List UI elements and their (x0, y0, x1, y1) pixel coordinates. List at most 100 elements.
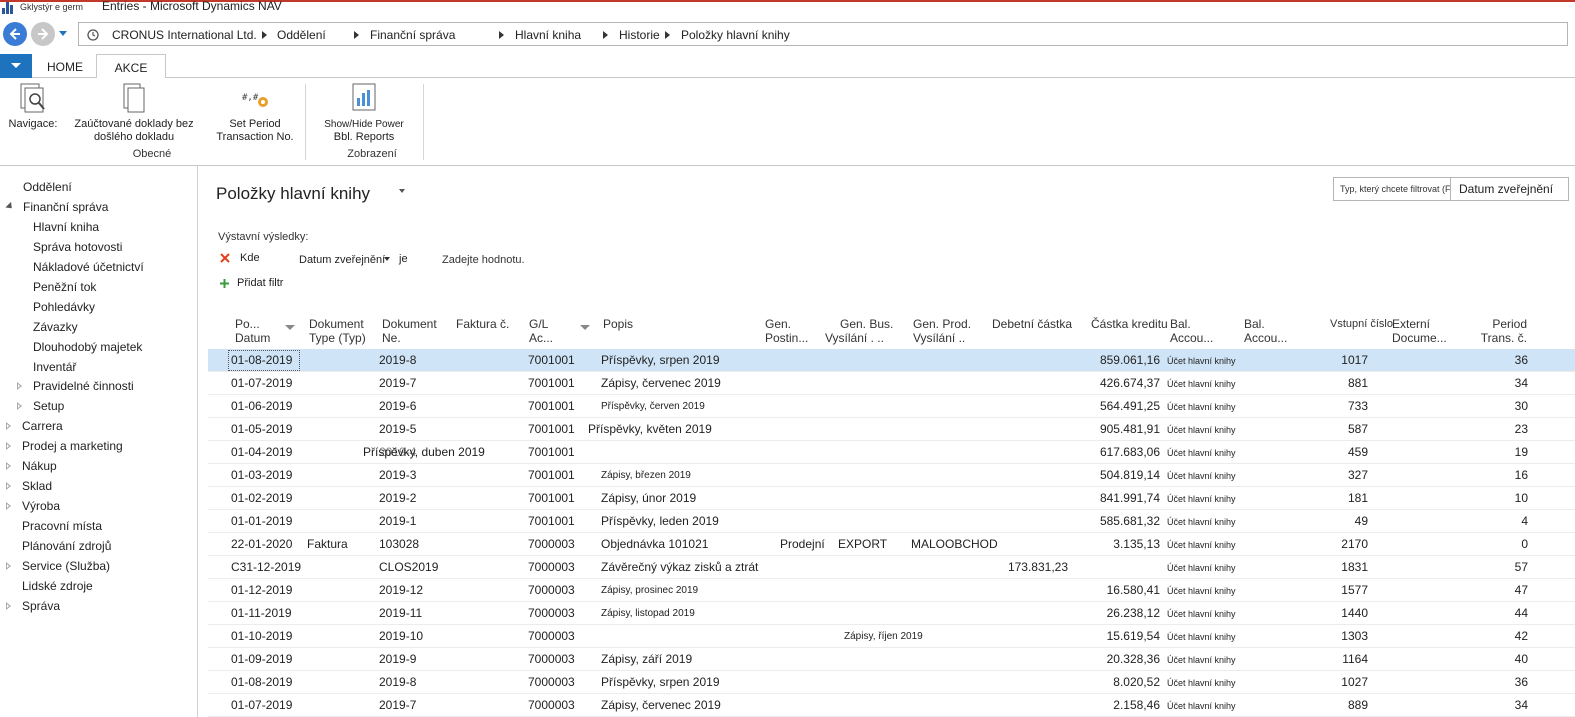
cell-description[interactable]: Zápisy, říjen 2019 (844, 631, 923, 642)
cell-credit[interactable]: 2.158,46 (1060, 698, 1160, 712)
cell-bal-account[interactable]: Účet hlavní knihy (1167, 678, 1236, 688)
cell-bal-account[interactable]: Účet hlavní knihy (1167, 701, 1236, 711)
cell-date[interactable]: 01-03-2019 (231, 468, 292, 482)
table-row[interactable]: 01-01-2019 2019-1 7001001 Příspěvky, led… (208, 510, 1575, 533)
cell-gl-account[interactable]: 7000003 (528, 560, 575, 574)
address-bar[interactable]: CRONUS International Ltd. Oddělení Finan… (78, 22, 1568, 46)
cell-gl-account[interactable]: 7001001 (528, 445, 575, 459)
cell-description[interactable]: Zápisy, červenec 2019 (601, 698, 721, 712)
set-period-button[interactable]: #,# Set Period Transaction No. (210, 82, 300, 144)
cell-bal-account[interactable]: Účet hlavní knihy (1167, 609, 1236, 619)
cell-entry-no[interactable]: 1164 (1318, 652, 1368, 666)
cell-bal-account[interactable]: Účet hlavní knihy (1167, 425, 1236, 435)
cell-period[interactable]: 42 (1478, 629, 1528, 643)
cell-entry-no[interactable]: 1303 (1318, 629, 1368, 643)
breadcrumb-polozky[interactable]: Položky hlavní knihy (681, 28, 790, 42)
cell-gen-prod-posting[interactable]: MALOOBCHOD (911, 537, 998, 551)
table-row[interactable]: 01-08-2019 2019-8 7001001 Příspěvky, srp… (208, 349, 1575, 372)
cell-gl-account[interactable]: 7000003 (528, 606, 575, 620)
table-row[interactable]: 22-01-2020 Faktura 103028 7000003 Objedn… (208, 533, 1575, 556)
cell-document-no[interactable]: 2019-8 (379, 675, 416, 689)
sidebar-item-pracovni-mista[interactable]: Pracovní místa (22, 519, 102, 533)
column-header-gen-prod-posting[interactable]: Gen. Prod. Vysílání .. (913, 317, 971, 345)
table-row[interactable]: 01-07-2019 2019-7 7001001 Zápisy, červen… (208, 372, 1575, 395)
cell-date[interactable]: 01-05-2019 (231, 422, 292, 436)
cell-entry-no[interactable]: 459 (1318, 445, 1368, 459)
cell-description[interactable]: Zápisy, březen 2019 (601, 470, 691, 481)
sidebar-item-hlavni-kniha[interactable]: Hlavní kniha (33, 220, 99, 234)
cell-gl-account[interactable]: 7001001 (528, 353, 575, 367)
cell-gen-bus-posting[interactable]: EXPORT (838, 537, 887, 551)
column-header-posting-date[interactable]: Po... Datum (235, 317, 270, 345)
column-header-invoice-no[interactable]: Faktura č. (456, 317, 509, 331)
chevron-down-icon[interactable] (384, 257, 390, 261)
collapsed-icon[interactable] (6, 502, 11, 510)
cell-period[interactable]: 34 (1478, 698, 1528, 712)
sidebar-item-inventar[interactable]: Inventář (33, 360, 76, 374)
tab-home[interactable]: HOME (36, 54, 94, 78)
column-header-debit-amount[interactable]: Debetní částka (992, 317, 1072, 331)
breadcrumb-financni-sprava[interactable]: Finanční správa (370, 28, 455, 42)
cell-period[interactable]: 10 (1478, 491, 1528, 505)
table-row[interactable]: 01-08-2019 2019-8 7000003 Příspěvky, srp… (208, 671, 1575, 694)
cell-bal-account[interactable]: Účet hlavní knihy (1167, 586, 1236, 596)
cell-entry-no[interactable]: 1027 (1318, 675, 1368, 689)
cell-date[interactable]: 01-06-2019 (231, 399, 292, 413)
cell-entry-no[interactable]: 1577 (1318, 583, 1368, 597)
cell-description[interactable]: Příspěvky, srpen 2019 (601, 353, 720, 367)
zauctovane-doklady-button[interactable]: Zaúčtované doklady bez došlého dokladu (72, 82, 196, 144)
expanded-icon[interactable] (5, 201, 15, 212)
cell-bal-account[interactable]: Účet hlavní knihy (1167, 494, 1236, 504)
cell-period[interactable]: 16 (1478, 468, 1528, 482)
cell-credit[interactable]: 26.238,12 (1060, 606, 1160, 620)
collapsed-icon[interactable] (6, 442, 11, 450)
sidebar-item-lidske-zdroje[interactable]: Lidské zdroje (22, 579, 93, 593)
cell-credit[interactable]: 15.619,54 (1060, 629, 1160, 643)
cell-entry-no[interactable]: 881 (1318, 376, 1368, 390)
sidebar-item-sprava[interactable]: Správa (22, 599, 60, 613)
cell-bal-account[interactable]: Účet hlavní knihy (1167, 632, 1236, 642)
cell-document-no[interactable]: 2019-5 (379, 422, 416, 436)
column-header-entry-no[interactable]: Vstupní číslo (1330, 317, 1393, 331)
sidebar-item-pohledavky[interactable]: Pohledávky (33, 300, 95, 314)
cell-document-no[interactable]: 2019-7 (379, 698, 416, 712)
cell-credit[interactable]: 3.135,13 (1060, 537, 1160, 551)
cell-gl-account[interactable]: 7000003 (528, 583, 575, 597)
cell-gl-account[interactable]: 7001001 (528, 468, 575, 482)
cell-description[interactable]: Zápisy, prosinec 2019 (601, 585, 698, 596)
search-input[interactable]: Typ, který chcete filtrovat (F3) (1333, 177, 1451, 201)
cell-date[interactable]: 01-09-2019 (231, 652, 292, 666)
sidebar-item-service[interactable]: Service (Služba) (22, 559, 110, 573)
column-header-document-type[interactable]: Dokument Type (Typ) (309, 317, 366, 345)
cell-entry-no[interactable]: 327 (1318, 468, 1368, 482)
cell-description[interactable]: Zápisy, listopad 2019 (601, 608, 695, 619)
cell-gl-account[interactable]: 7001001 (528, 422, 575, 436)
cell-document-no[interactable]: 2019-2 (379, 491, 416, 505)
cell-date[interactable]: 01-08-2019 (231, 675, 292, 689)
table-row[interactable]: 01-02-2019 2019-2 7001001 Zápisy, únor 2… (208, 487, 1575, 510)
cell-period[interactable]: 0 (1478, 537, 1528, 551)
cell-bal-account[interactable]: Účet hlavní knihy (1167, 517, 1236, 527)
table-row[interactable]: 01-03-2019 2019-3 7001001 Zápisy, březen… (208, 464, 1575, 487)
cell-document-no[interactable]: 2019-8 (379, 353, 416, 367)
cell-credit[interactable]: 16.580,41 (1060, 583, 1160, 597)
view-dropdown-icon[interactable] (399, 189, 405, 193)
cell-description[interactable]: Závěrečný výkaz zisků a ztrát (601, 560, 758, 574)
cell-credit[interactable]: 905.481,91 (1060, 422, 1160, 436)
cell-bal-account[interactable]: Účet hlavní knihy (1167, 448, 1236, 458)
cell-description[interactable]: Zápisy, září 2019 (601, 652, 692, 666)
cell-bal-account[interactable]: Účet hlavní knihy (1167, 471, 1236, 481)
filter-field-select[interactable]: Datum zveřejnění (299, 254, 385, 266)
column-header-document-no[interactable]: Dokument Ne. (382, 317, 437, 345)
cell-period[interactable]: 40 (1478, 652, 1528, 666)
cell-document-no[interactable]: 2019-10 (379, 629, 423, 643)
cell-period[interactable]: 30 (1478, 399, 1528, 413)
collapsed-icon[interactable] (6, 562, 11, 570)
cell-gl-account[interactable]: 7000003 (528, 629, 575, 643)
sidebar-item-prodej-marketing[interactable]: Prodej a marketing (22, 439, 123, 453)
cell-gen-posting-type[interactable]: Prodejní (780, 537, 825, 551)
column-header-gl-account[interactable]: G/L Ac... (529, 317, 553, 345)
column-header-gen-posting-type[interactable]: Gen. Postin... (765, 317, 808, 345)
cell-period[interactable]: 44 (1478, 606, 1528, 620)
cell-credit[interactable]: 564.491,25 (1060, 399, 1160, 413)
